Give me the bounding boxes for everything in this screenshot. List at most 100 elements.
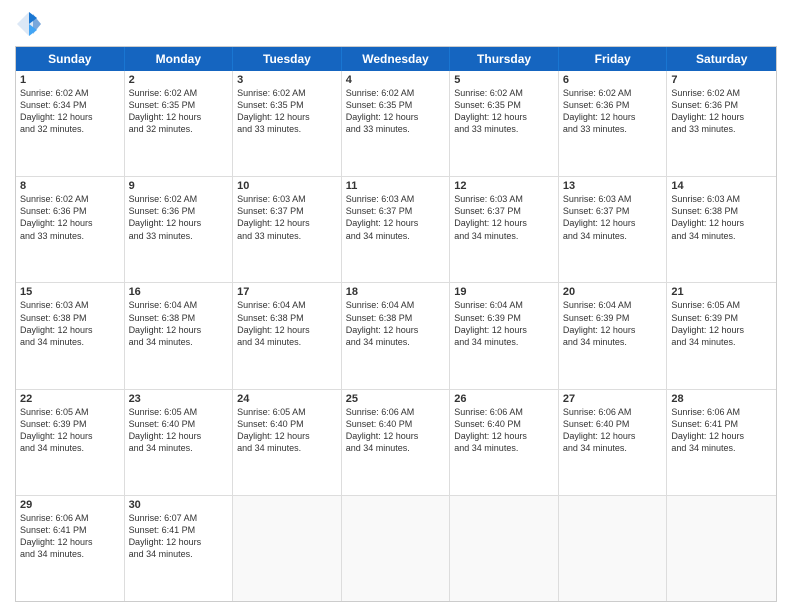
calendar-cell: 28Sunrise: 6:06 AMSunset: 6:41 PMDayligh… <box>667 390 776 495</box>
day-number: 23 <box>129 393 229 405</box>
day-number: 3 <box>237 74 337 86</box>
logo <box>15 10 47 38</box>
cell-info: Sunrise: 6:02 AMSunset: 6:35 PMDaylight:… <box>454 87 554 136</box>
cell-info: Sunrise: 6:04 AMSunset: 6:38 PMDaylight:… <box>237 299 337 348</box>
day-number: 17 <box>237 286 337 298</box>
day-number: 18 <box>346 286 446 298</box>
calendar-cell: 4Sunrise: 6:02 AMSunset: 6:35 PMDaylight… <box>342 71 451 176</box>
cell-info: Sunrise: 6:05 AMSunset: 6:39 PMDaylight:… <box>20 406 120 455</box>
day-number: 10 <box>237 180 337 192</box>
calendar-header-cell: Tuesday <box>233 47 342 71</box>
calendar-cell: 29Sunrise: 6:06 AMSunset: 6:41 PMDayligh… <box>16 496 125 601</box>
cell-info: Sunrise: 6:03 AMSunset: 6:37 PMDaylight:… <box>346 193 446 242</box>
cell-info: Sunrise: 6:06 AMSunset: 6:41 PMDaylight:… <box>671 406 772 455</box>
calendar-cell: 27Sunrise: 6:06 AMSunset: 6:40 PMDayligh… <box>559 390 668 495</box>
calendar-header-cell: Monday <box>125 47 234 71</box>
day-number: 7 <box>671 74 772 86</box>
day-number: 1 <box>20 74 120 86</box>
day-number: 28 <box>671 393 772 405</box>
cell-info: Sunrise: 6:03 AMSunset: 6:38 PMDaylight:… <box>671 193 772 242</box>
calendar-cell: 25Sunrise: 6:06 AMSunset: 6:40 PMDayligh… <box>342 390 451 495</box>
calendar-cell: 15Sunrise: 6:03 AMSunset: 6:38 PMDayligh… <box>16 283 125 388</box>
day-number: 24 <box>237 393 337 405</box>
day-number: 20 <box>563 286 663 298</box>
calendar-cell: 21Sunrise: 6:05 AMSunset: 6:39 PMDayligh… <box>667 283 776 388</box>
cell-info: Sunrise: 6:06 AMSunset: 6:40 PMDaylight:… <box>346 406 446 455</box>
cell-info: Sunrise: 6:02 AMSunset: 6:36 PMDaylight:… <box>129 193 229 242</box>
day-number: 27 <box>563 393 663 405</box>
cell-info: Sunrise: 6:02 AMSunset: 6:36 PMDaylight:… <box>20 193 120 242</box>
day-number: 12 <box>454 180 554 192</box>
cell-info: Sunrise: 6:03 AMSunset: 6:37 PMDaylight:… <box>237 193 337 242</box>
day-number: 13 <box>563 180 663 192</box>
calendar-cell: 26Sunrise: 6:06 AMSunset: 6:40 PMDayligh… <box>450 390 559 495</box>
header <box>15 10 777 38</box>
day-number: 19 <box>454 286 554 298</box>
calendar-row: 15Sunrise: 6:03 AMSunset: 6:38 PMDayligh… <box>16 283 776 389</box>
cell-info: Sunrise: 6:03 AMSunset: 6:37 PMDaylight:… <box>454 193 554 242</box>
calendar-cell: 19Sunrise: 6:04 AMSunset: 6:39 PMDayligh… <box>450 283 559 388</box>
day-number: 11 <box>346 180 446 192</box>
calendar-cell: 14Sunrise: 6:03 AMSunset: 6:38 PMDayligh… <box>667 177 776 282</box>
calendar-header-cell: Friday <box>559 47 668 71</box>
calendar-header-cell: Sunday <box>16 47 125 71</box>
cell-info: Sunrise: 6:06 AMSunset: 6:41 PMDaylight:… <box>20 512 120 561</box>
calendar-row: 29Sunrise: 6:06 AMSunset: 6:41 PMDayligh… <box>16 496 776 601</box>
cell-info: Sunrise: 6:05 AMSunset: 6:39 PMDaylight:… <box>671 299 772 348</box>
calendar-cell: 9Sunrise: 6:02 AMSunset: 6:36 PMDaylight… <box>125 177 234 282</box>
day-number: 26 <box>454 393 554 405</box>
cell-info: Sunrise: 6:02 AMSunset: 6:35 PMDaylight:… <box>346 87 446 136</box>
calendar-row: 22Sunrise: 6:05 AMSunset: 6:39 PMDayligh… <box>16 390 776 496</box>
calendar-cell: 5Sunrise: 6:02 AMSunset: 6:35 PMDaylight… <box>450 71 559 176</box>
day-number: 25 <box>346 393 446 405</box>
calendar-cell: 18Sunrise: 6:04 AMSunset: 6:38 PMDayligh… <box>342 283 451 388</box>
calendar-cell-empty <box>342 496 451 601</box>
calendar-cell-empty <box>233 496 342 601</box>
day-number: 16 <box>129 286 229 298</box>
calendar-body: 1Sunrise: 6:02 AMSunset: 6:34 PMDaylight… <box>16 71 776 601</box>
day-number: 15 <box>20 286 120 298</box>
calendar-cell: 20Sunrise: 6:04 AMSunset: 6:39 PMDayligh… <box>559 283 668 388</box>
cell-info: Sunrise: 6:02 AMSunset: 6:35 PMDaylight:… <box>129 87 229 136</box>
cell-info: Sunrise: 6:02 AMSunset: 6:35 PMDaylight:… <box>237 87 337 136</box>
page: SundayMondayTuesdayWednesdayThursdayFrid… <box>0 0 792 612</box>
cell-info: Sunrise: 6:04 AMSunset: 6:38 PMDaylight:… <box>346 299 446 348</box>
calendar-cell-empty <box>667 496 776 601</box>
cell-info: Sunrise: 6:04 AMSunset: 6:39 PMDaylight:… <box>563 299 663 348</box>
cell-info: Sunrise: 6:07 AMSunset: 6:41 PMDaylight:… <box>129 512 229 561</box>
day-number: 30 <box>129 499 229 511</box>
calendar-cell-empty <box>559 496 668 601</box>
calendar-row: 1Sunrise: 6:02 AMSunset: 6:34 PMDaylight… <box>16 71 776 177</box>
cell-info: Sunrise: 6:05 AMSunset: 6:40 PMDaylight:… <box>129 406 229 455</box>
calendar-cell: 10Sunrise: 6:03 AMSunset: 6:37 PMDayligh… <box>233 177 342 282</box>
day-number: 22 <box>20 393 120 405</box>
calendar-cell: 3Sunrise: 6:02 AMSunset: 6:35 PMDaylight… <box>233 71 342 176</box>
calendar-cell: 6Sunrise: 6:02 AMSunset: 6:36 PMDaylight… <box>559 71 668 176</box>
calendar-cell: 16Sunrise: 6:04 AMSunset: 6:38 PMDayligh… <box>125 283 234 388</box>
day-number: 4 <box>346 74 446 86</box>
day-number: 2 <box>129 74 229 86</box>
calendar-cell: 8Sunrise: 6:02 AMSunset: 6:36 PMDaylight… <box>16 177 125 282</box>
day-number: 29 <box>20 499 120 511</box>
calendar-cell: 1Sunrise: 6:02 AMSunset: 6:34 PMDaylight… <box>16 71 125 176</box>
day-number: 9 <box>129 180 229 192</box>
cell-info: Sunrise: 6:04 AMSunset: 6:39 PMDaylight:… <box>454 299 554 348</box>
calendar-cell: 2Sunrise: 6:02 AMSunset: 6:35 PMDaylight… <box>125 71 234 176</box>
logo-icon <box>15 10 43 38</box>
cell-info: Sunrise: 6:02 AMSunset: 6:34 PMDaylight:… <box>20 87 120 136</box>
calendar-cell-empty <box>450 496 559 601</box>
calendar-header: SundayMondayTuesdayWednesdayThursdayFrid… <box>16 47 776 71</box>
cell-info: Sunrise: 6:05 AMSunset: 6:40 PMDaylight:… <box>237 406 337 455</box>
cell-info: Sunrise: 6:02 AMSunset: 6:36 PMDaylight:… <box>563 87 663 136</box>
calendar-cell: 7Sunrise: 6:02 AMSunset: 6:36 PMDaylight… <box>667 71 776 176</box>
cell-info: Sunrise: 6:03 AMSunset: 6:38 PMDaylight:… <box>20 299 120 348</box>
calendar-cell: 22Sunrise: 6:05 AMSunset: 6:39 PMDayligh… <box>16 390 125 495</box>
calendar-cell: 30Sunrise: 6:07 AMSunset: 6:41 PMDayligh… <box>125 496 234 601</box>
calendar-header-cell: Saturday <box>667 47 776 71</box>
cell-info: Sunrise: 6:02 AMSunset: 6:36 PMDaylight:… <box>671 87 772 136</box>
calendar-cell: 13Sunrise: 6:03 AMSunset: 6:37 PMDayligh… <box>559 177 668 282</box>
calendar-cell: 24Sunrise: 6:05 AMSunset: 6:40 PMDayligh… <box>233 390 342 495</box>
day-number: 5 <box>454 74 554 86</box>
day-number: 8 <box>20 180 120 192</box>
cell-info: Sunrise: 6:03 AMSunset: 6:37 PMDaylight:… <box>563 193 663 242</box>
